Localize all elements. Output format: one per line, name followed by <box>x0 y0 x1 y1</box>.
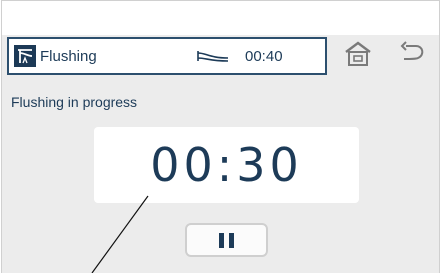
title-bar: Flushing 00:40 <box>7 37 327 75</box>
remaining-time: 00:40 <box>245 48 283 65</box>
top-band <box>2 1 439 35</box>
countdown-value: 00:30 <box>150 138 303 192</box>
countdown-display: 00:30 <box>94 127 359 203</box>
status-text: Flushing in progress <box>11 94 138 110</box>
flushing-icon <box>14 45 36 67</box>
back-button[interactable] <box>390 37 435 75</box>
pause-button[interactable] <box>185 223 268 257</box>
page-title: Flushing <box>40 47 97 65</box>
pause-icon <box>219 232 234 248</box>
flow-icon <box>196 49 230 68</box>
back-icon <box>398 40 428 73</box>
home-icon <box>343 40 373 73</box>
home-button[interactable] <box>335 37 380 75</box>
